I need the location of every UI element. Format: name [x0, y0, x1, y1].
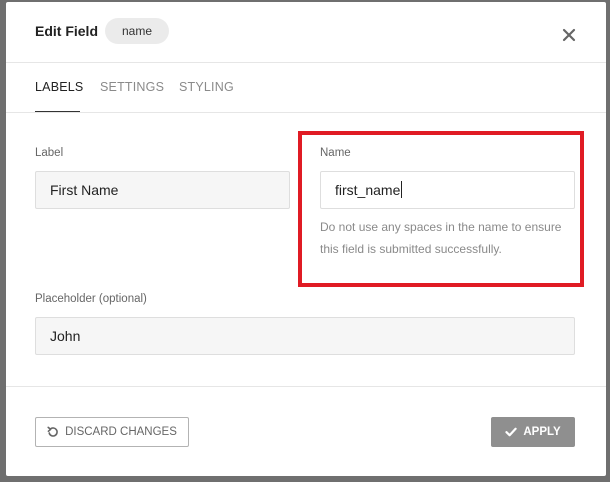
tab-settings[interactable]: SETTINGS: [100, 80, 164, 94]
undo-icon: [47, 426, 59, 438]
close-button[interactable]: [561, 27, 577, 43]
tabs-divider: [6, 112, 606, 113]
close-icon: [562, 28, 576, 42]
label-field-label: Label: [35, 147, 64, 159]
label-input[interactable]: First Name: [35, 171, 290, 209]
header-divider: [6, 62, 606, 63]
tab-styling[interactable]: STYLING: [179, 80, 234, 94]
footer-divider: [6, 386, 606, 387]
tab-labels[interactable]: LABELS: [35, 80, 83, 94]
highlight-box: [298, 131, 584, 287]
discard-changes-label: DISCARD CHANGES: [65, 426, 177, 438]
apply-label: APPLY: [523, 426, 561, 438]
checkmark-icon: [505, 426, 518, 438]
dialog-header: Edit Field name: [6, 2, 606, 62]
apply-button[interactable]: APPLY: [491, 417, 575, 447]
field-name-badge: name: [105, 18, 170, 44]
placeholder-input[interactable]: John: [35, 317, 575, 355]
discard-changes-button[interactable]: DISCARD CHANGES: [35, 417, 189, 447]
edit-field-dialog: Edit Field name LABELS SETTINGS STYLING …: [6, 2, 606, 476]
placeholder-field-label: Placeholder (optional): [35, 293, 147, 305]
dialog-title: Edit Field: [35, 23, 98, 39]
